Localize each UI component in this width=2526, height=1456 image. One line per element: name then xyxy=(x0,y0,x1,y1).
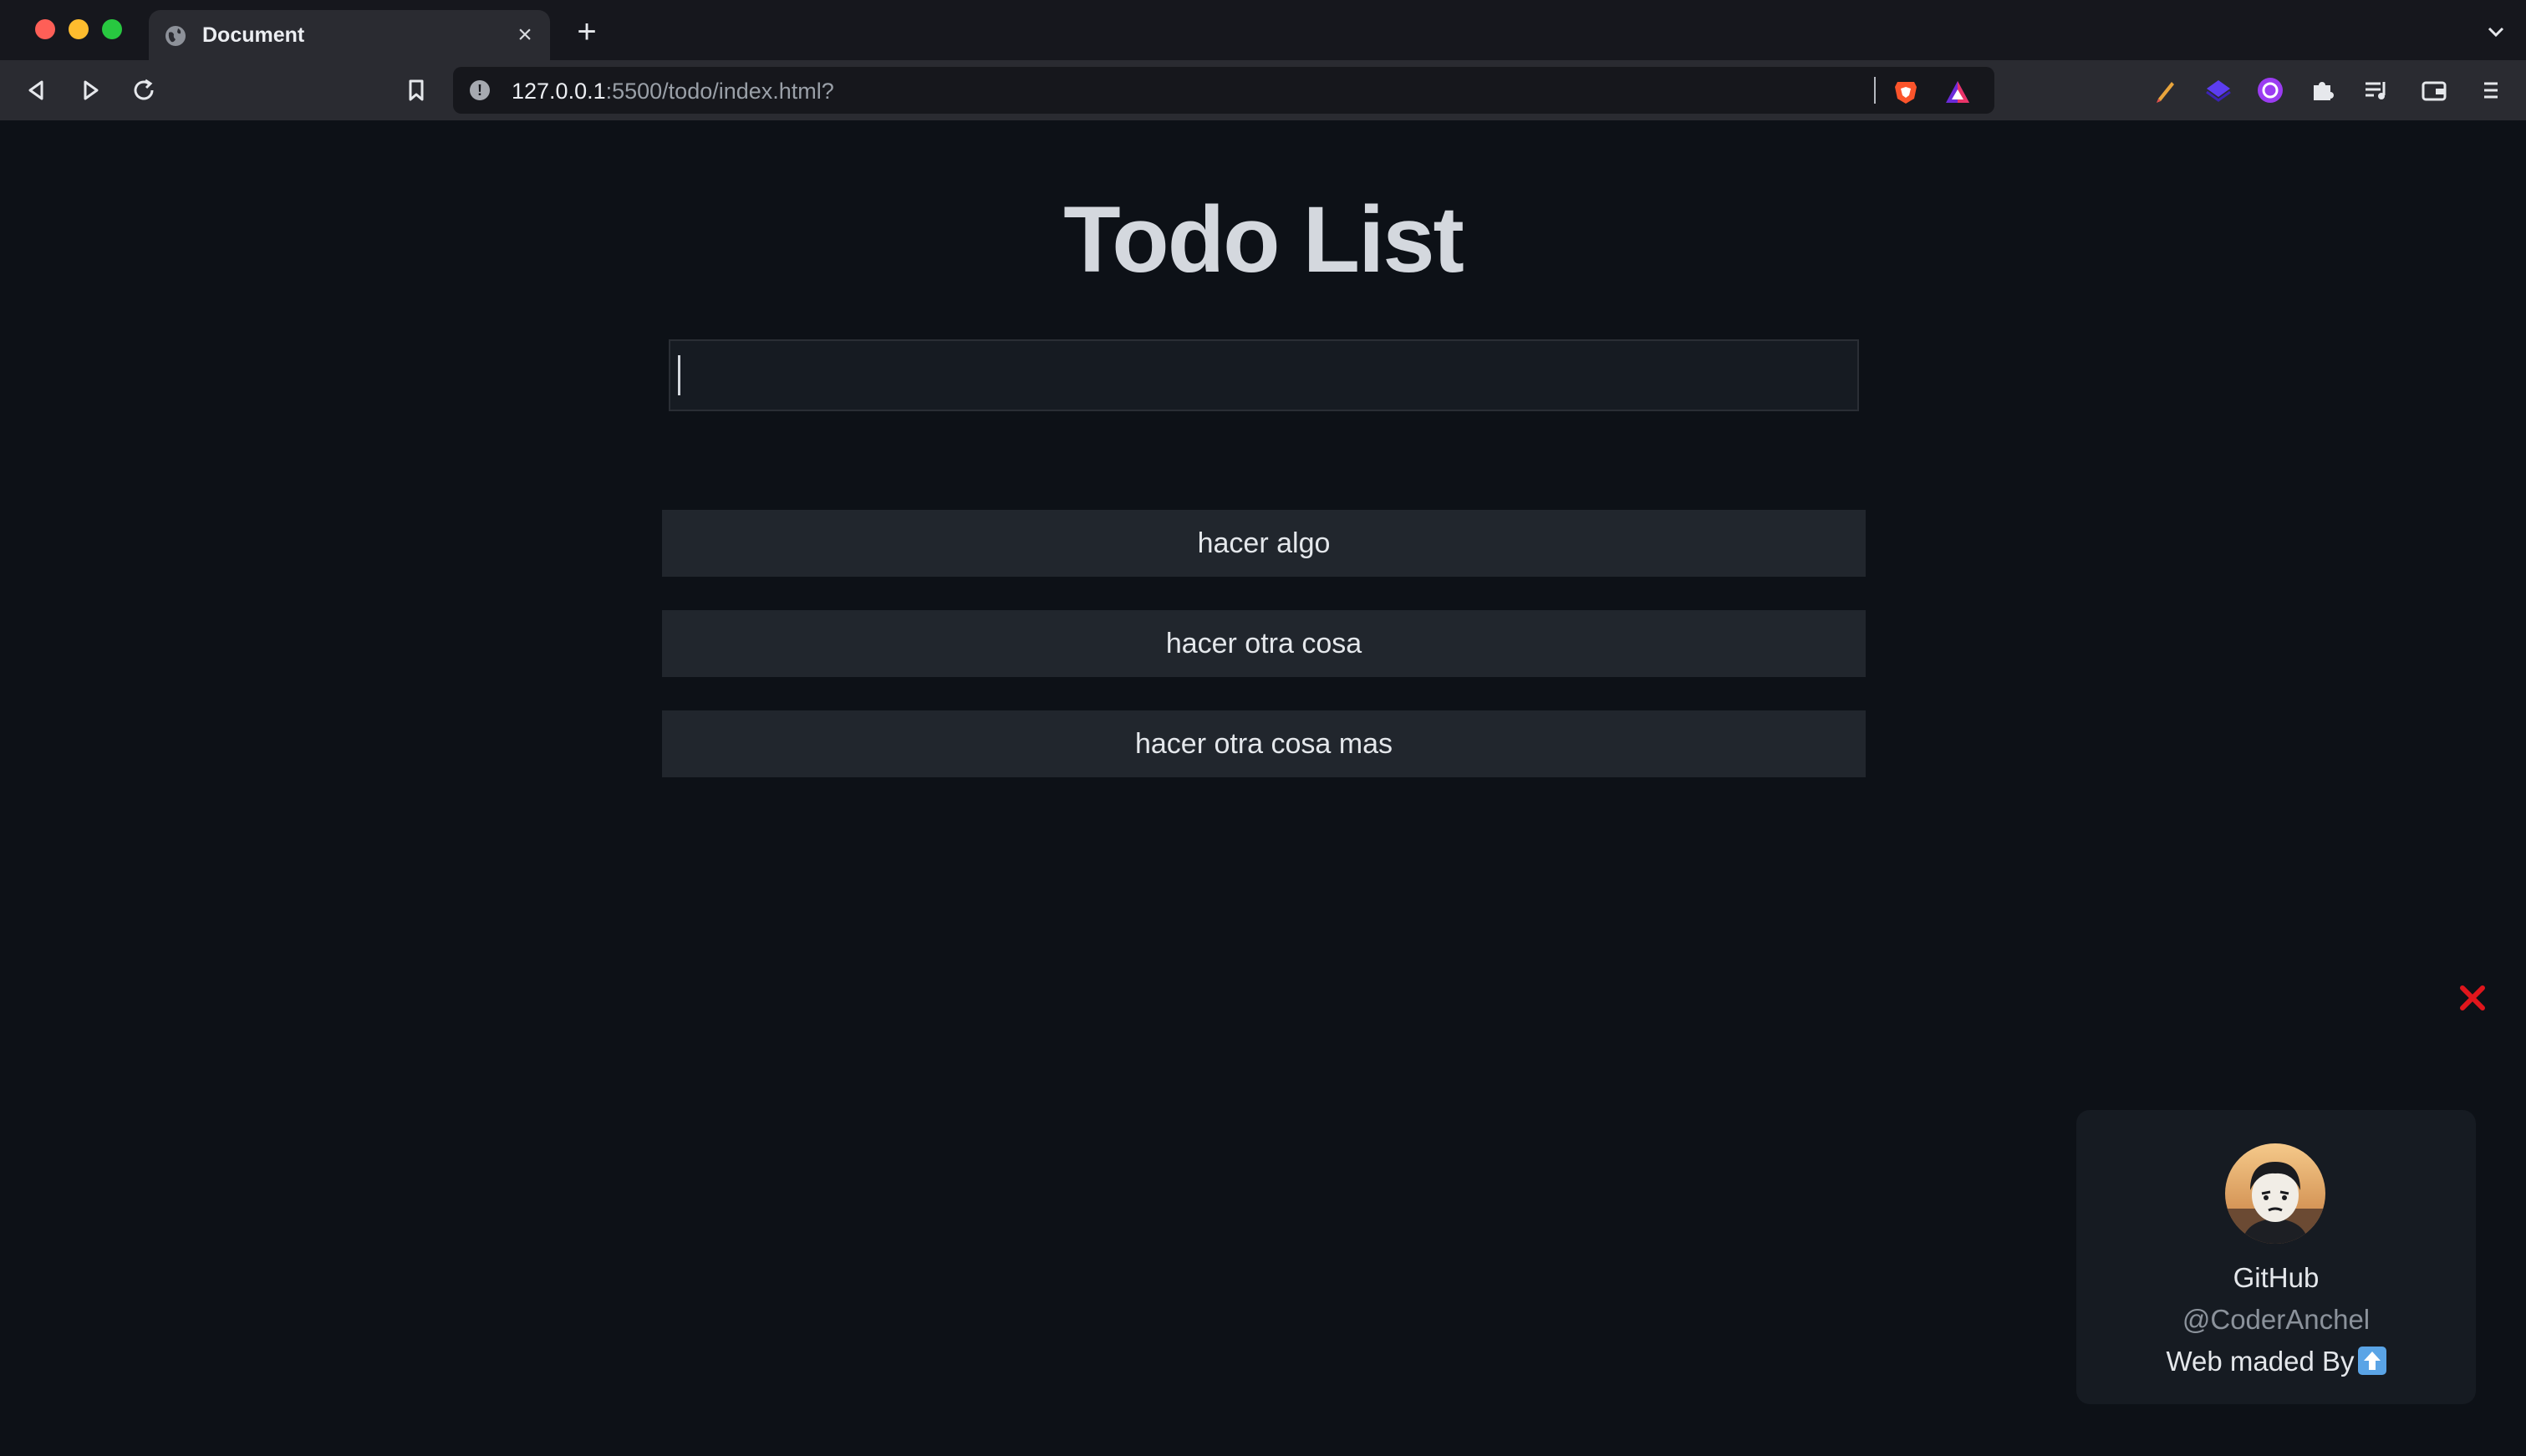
bookmark-icon[interactable] xyxy=(400,74,433,107)
tab-title: Document xyxy=(202,23,305,47)
todo-input[interactable] xyxy=(669,339,1859,411)
url-text: 127.0.0.1:5500/todo/index.html? xyxy=(512,79,834,104)
page-title: Todo List xyxy=(1063,187,1464,292)
pen-extension-icon[interactable] xyxy=(2150,75,2180,105)
layers-extension-icon[interactable] xyxy=(2203,75,2233,105)
credit-card: GitHub @CoderAnchel Web maded By xyxy=(2076,1110,2476,1404)
menu-icon[interactable] xyxy=(2476,75,2506,105)
minimize-window-button[interactable] xyxy=(69,19,89,39)
browser-toolbar: ! 127.0.0.1:5500/todo/index.html? xyxy=(0,60,2526,120)
puzzle-extensions-icon[interactable] xyxy=(2307,75,2337,105)
made-by-text: Web maded By xyxy=(2076,1346,2476,1377)
avatar[interactable] xyxy=(2225,1143,2325,1244)
url-divider xyxy=(1874,77,1876,104)
site-info-icon[interactable]: ! xyxy=(470,80,490,100)
todo-item[interactable]: hacer otra cosa mas xyxy=(662,710,1866,777)
new-tab-button[interactable]: + xyxy=(570,15,603,48)
maximize-window-button[interactable] xyxy=(102,19,122,39)
brave-rewards-icon[interactable] xyxy=(1943,77,1973,107)
todo-item[interactable]: hacer otra cosa xyxy=(662,610,1866,677)
tab-close-icon[interactable]: × xyxy=(508,18,542,52)
tab-strip: Document × + xyxy=(0,0,2526,60)
github-handle[interactable]: @CoderAnchel xyxy=(2076,1304,2476,1336)
browser-window: Document × + ! 127.0.0.1:5500/todo/index… xyxy=(0,0,2526,1456)
text-caret xyxy=(678,355,680,395)
close-icon[interactable] xyxy=(2454,980,2491,1016)
todo-item[interactable]: hacer algo xyxy=(662,510,1866,577)
playlist-icon[interactable] xyxy=(2360,75,2391,105)
chevron-down-icon[interactable] xyxy=(2486,22,2506,42)
todo-list: hacer algo hacer otra cosa hacer otra co… xyxy=(662,510,1866,811)
wallet-icon[interactable] xyxy=(2419,75,2449,105)
close-window-button[interactable] xyxy=(35,19,55,39)
back-icon[interactable] xyxy=(20,74,53,107)
github-link[interactable]: GitHub xyxy=(2076,1262,2476,1294)
forward-icon[interactable] xyxy=(74,74,107,107)
reload-icon[interactable] xyxy=(127,74,160,107)
globe-extension-icon[interactable] xyxy=(2255,75,2285,105)
up-arrow-icon xyxy=(2357,1347,2386,1375)
page-content: Todo List hacer algo hacer otra cosa hac… xyxy=(0,120,2526,1456)
brave-shield-icon[interactable] xyxy=(1891,77,1921,107)
address-bar[interactable]: ! 127.0.0.1:5500/todo/index.html? xyxy=(453,67,1994,114)
globe-icon xyxy=(166,26,186,46)
tab-document[interactable]: Document × xyxy=(149,10,550,60)
